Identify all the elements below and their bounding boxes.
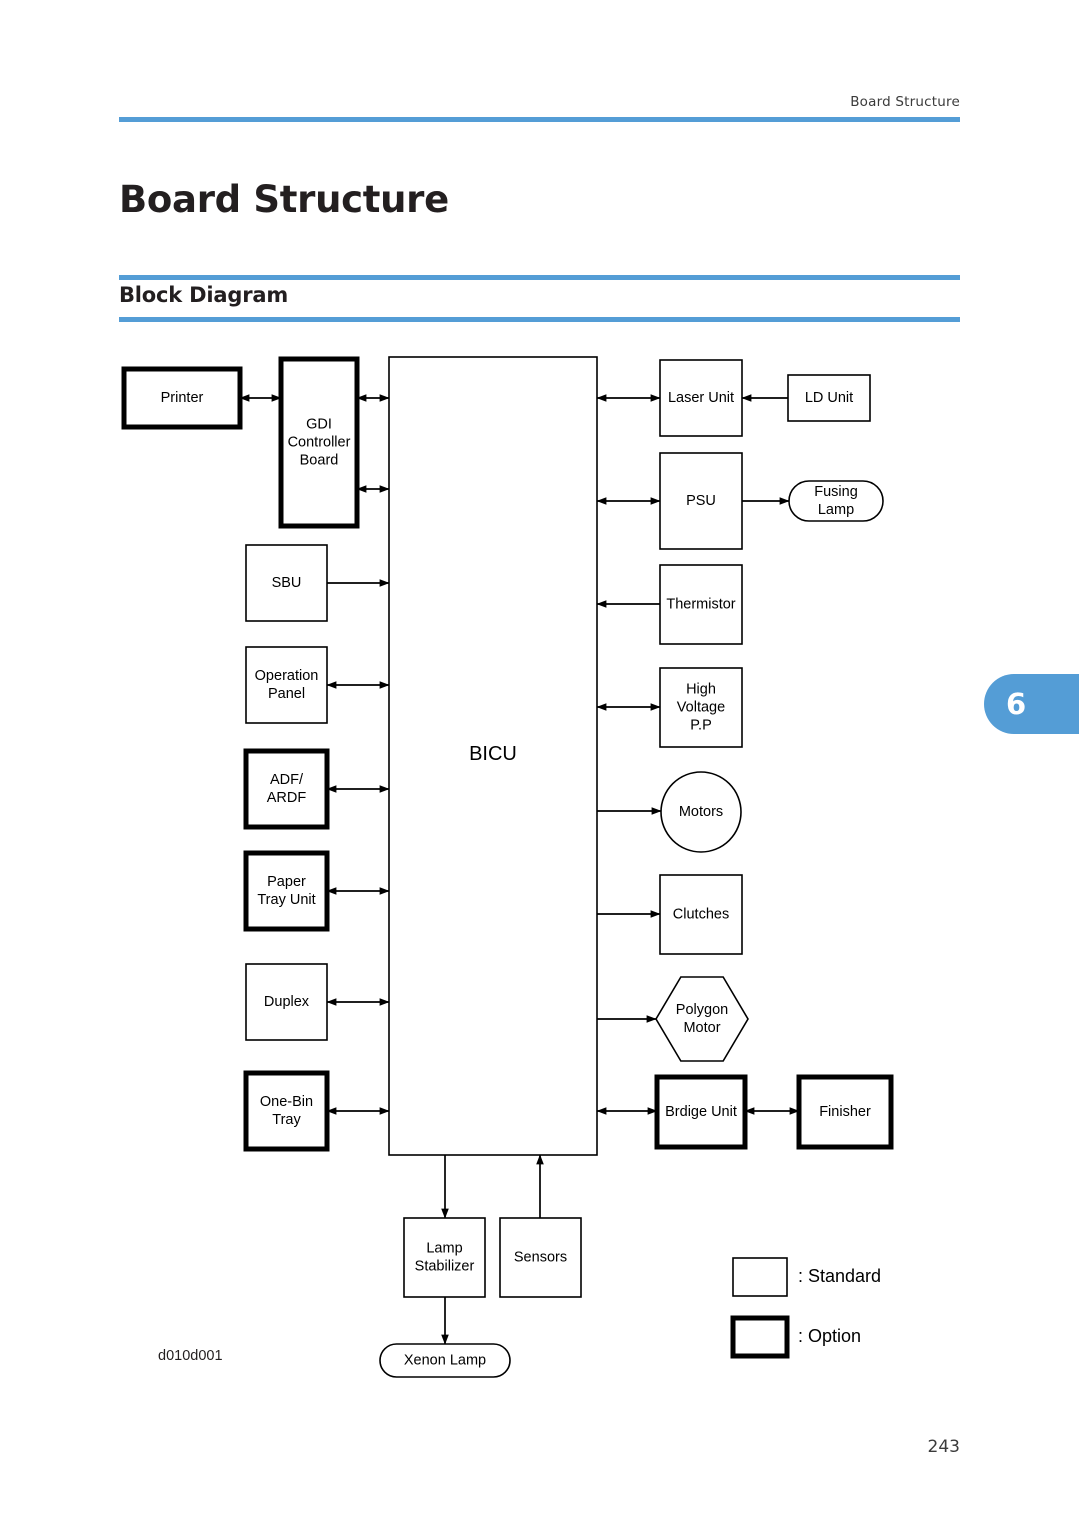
diagram-node-brdige: Brdige Unit bbox=[654, 1074, 748, 1150]
legend-label-option: : Option bbox=[798, 1326, 861, 1346]
node-label-sensors: Sensors bbox=[514, 1249, 567, 1265]
diagram-node-papertray: Paper Tray Unit bbox=[243, 850, 330, 932]
figure-id: d010d001 bbox=[158, 1348, 223, 1364]
diagram-node-motors: Motors bbox=[660, 771, 742, 853]
diagram-node-psu: PSU bbox=[659, 452, 743, 550]
node-label-brdige: Brdige Unit bbox=[665, 1104, 737, 1120]
legend-item-option: : Option bbox=[730, 1315, 861, 1359]
diagram-node-sbu: SBU bbox=[245, 544, 328, 622]
page-number: 243 bbox=[927, 1437, 960, 1457]
diagram-legend: : Standard : Option bbox=[730, 1257, 881, 1359]
diagram-node-xenonlamp: Xenon Lamp bbox=[379, 1343, 511, 1378]
node-label-psu: PSU bbox=[686, 493, 716, 509]
legend-swatch-option bbox=[730, 1315, 790, 1359]
legend-swatch-standard bbox=[732, 1257, 788, 1297]
node-label-finisher: Finisher bbox=[819, 1104, 871, 1120]
diagram-node-sensors: Sensors bbox=[499, 1217, 582, 1298]
node-label-xenonlamp: Xenon Lamp bbox=[404, 1352, 486, 1368]
block-diagram: Printer GDI Controller Board BICU SBU Operatio… bbox=[121, 356, 894, 1378]
diagram-node-adf: ADF/ARDF bbox=[243, 748, 330, 830]
legend-label-standard: : Standard bbox=[798, 1266, 881, 1286]
diagram-node-operation: Operation Panel bbox=[245, 646, 328, 724]
node-label-printer: Printer bbox=[161, 390, 204, 406]
diagram-node-polygon: Polygon Motor bbox=[655, 976, 749, 1062]
node-label-bicu: BICU bbox=[469, 743, 517, 765]
diagram-node-finisher: Finisher bbox=[796, 1074, 894, 1150]
node-label-thermistor: Thermistor bbox=[666, 596, 735, 612]
diagram-node-gdi: GDI Controller Board bbox=[278, 356, 360, 529]
node-layer: Printer GDI Controller Board BICU SBU Operatio… bbox=[121, 356, 894, 1378]
diagram-node-fusinglamp: Fusing Lamp bbox=[788, 480, 884, 522]
diagram-node-ldunit: LD Unit bbox=[787, 374, 871, 422]
diagram-node-duplex: Duplex bbox=[245, 963, 328, 1041]
diagram-node-onebin: One-Bin Tray bbox=[243, 1070, 330, 1152]
node-label-laser: Laser Unit bbox=[668, 390, 734, 406]
diagram-node-lampstab: Lamp Stabilizer bbox=[403, 1217, 486, 1298]
node-label-sbu: SBU bbox=[272, 575, 302, 591]
diagram-node-highvoltage: High Voltage P.P bbox=[659, 667, 743, 748]
diagram-node-laser: Laser Unit bbox=[659, 359, 743, 437]
node-label-duplex: Duplex bbox=[264, 994, 310, 1010]
diagram-node-printer: Printer bbox=[121, 366, 243, 430]
legend-item-standard: : Standard bbox=[732, 1257, 881, 1297]
node-label-clutches: Clutches bbox=[673, 906, 729, 922]
node-label-motors: Motors bbox=[679, 804, 723, 820]
node-label-ldunit: LD Unit bbox=[805, 390, 853, 406]
diagram-node-thermistor: Thermistor bbox=[659, 564, 743, 645]
diagram-node-bicu: BICU bbox=[388, 356, 598, 1156]
diagram-node-clutches: Clutches bbox=[659, 874, 743, 955]
document-page: Board Structure Board Structure Block Di… bbox=[0, 0, 1079, 1531]
